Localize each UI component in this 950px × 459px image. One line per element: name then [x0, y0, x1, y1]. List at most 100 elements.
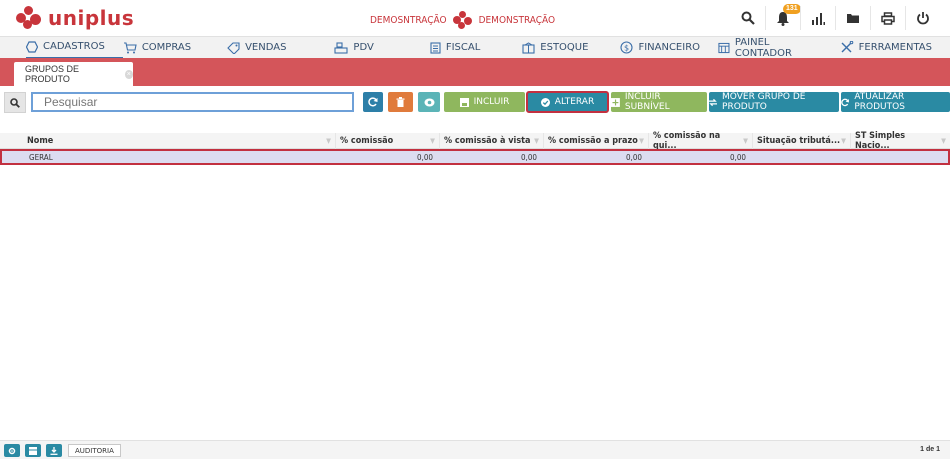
bell-icon[interactable]: 131 [765, 4, 801, 30]
filter-icon[interactable]: ▼ [639, 137, 644, 145]
column-comissao[interactable]: % comissão ▼ [335, 133, 439, 149]
incluir-button[interactable]: INCLUIR [444, 92, 525, 112]
pagination-info: 1 de 1 [920, 446, 940, 453]
filter-icon[interactable]: ▼ [326, 137, 331, 145]
notification-badge: 131 [783, 4, 801, 14]
menu-fiscal[interactable]: FISCAL [392, 37, 498, 59]
menu-financeiro[interactable]: $ FINANCEIRO [606, 37, 718, 59]
column-comissao-prazo[interactable]: % comissão a prazo ▼ [543, 133, 648, 149]
company-name-right: DEMONSTRAÇÃO [478, 14, 556, 26]
folder-icon[interactable] [835, 6, 870, 30]
dollar-icon: $ [620, 41, 633, 54]
logo-text: uniplus [48, 6, 135, 30]
calculator-icon [718, 42, 730, 53]
gear-icon [8, 447, 16, 454]
column-situacao[interactable]: Situação tributá... ▼ [752, 133, 850, 149]
delete-button[interactable] [388, 92, 413, 112]
close-icon[interactable]: × [124, 69, 133, 79]
main-menu: CADASTROS COMPRAS VENDAS PDV FISCAL ESTO… [0, 36, 950, 59]
plus-square-icon [611, 97, 620, 107]
company-name-left: DEMOSNTRAÇÃO [370, 14, 447, 26]
column-comissao-vista-label: % comissão à vista [444, 136, 531, 146]
tab-grupos-de-produto[interactable]: GRUPOS DE PRODUTO × [14, 62, 133, 86]
table-row[interactable]: GERAL 0,00 0,00 0,00 0,00 [0, 149, 950, 165]
refresh-icon [368, 97, 378, 107]
menu-fiscal-label: FISCAL [445, 42, 481, 53]
company-name: DEMOSNTRAÇÃO DEMONSTRAÇÃO [370, 11, 555, 29]
cell-comissao-qui: 0,00 [729, 152, 746, 162]
alterar-button[interactable]: ALTERAR [526, 91, 609, 113]
save-icon [459, 97, 469, 107]
menu-painel-contador[interactable]: PAINEL CONTADOR [718, 37, 840, 59]
bar-chart-icon[interactable] [800, 6, 835, 30]
cell-comissao-prazo: 0,00 [625, 152, 642, 162]
app-logo: uniplus [16, 6, 134, 30]
menu-ferramentas-label: FERRAMENTAS [858, 42, 932, 53]
menu-vendas[interactable]: VENDAS [209, 37, 304, 59]
menu-estoque[interactable]: ESTOQUE [498, 37, 606, 59]
mover-grupo-button[interactable]: MOVER GRUPO DE PRODUTO [709, 92, 839, 112]
column-situacao-label: Situação tributá... [757, 136, 841, 146]
column-st-simples-label: ST Simples Nacio... [855, 131, 906, 151]
print-icon[interactable] [870, 6, 905, 30]
eye-icon [424, 98, 434, 106]
search-icon[interactable] [730, 6, 765, 30]
atualizar-produtos-button[interactable]: ATUALIZAR PRODUTOS [841, 92, 950, 112]
tag-icon [227, 41, 240, 54]
company-logo-icon [452, 11, 473, 29]
search-icon [10, 97, 20, 108]
trash-icon [396, 97, 405, 107]
table-icon [29, 446, 37, 455]
menu-cadastros[interactable]: CADASTROS [26, 37, 123, 59]
menu-pdv-label: PDV [353, 42, 374, 53]
incluir-subnivel-label: INCLUIR SUBNÍVEL [624, 92, 670, 112]
atualizar-produtos-label: ATUALIZAR PRODUTOS [854, 92, 905, 112]
cell-comissao-vista: 0,00 [520, 152, 537, 162]
search-button[interactable] [4, 92, 26, 113]
menu-estoque-label: ESTOQUE [540, 42, 589, 53]
menu-compras-label: COMPRAS [141, 42, 192, 53]
refresh-button[interactable] [363, 92, 383, 112]
view-button[interactable] [418, 92, 440, 112]
menu-compras[interactable]: COMPRAS [123, 37, 209, 59]
column-comissao-label: % comissão [340, 136, 394, 146]
tab-strip [0, 58, 950, 86]
column-comissao-qui-label: % comissão na qui... [653, 131, 721, 151]
column-nome-label: Nome [27, 136, 54, 146]
filter-icon[interactable]: ▼ [534, 137, 539, 145]
filter-icon[interactable]: ▼ [430, 137, 435, 145]
document-icon [430, 41, 441, 54]
box-icon [522, 41, 535, 54]
menu-pdv[interactable]: PDV [304, 37, 391, 59]
auditoria-button[interactable]: AUDITORIA [68, 444, 121, 457]
grid-header: Nome ▼ % comissão ▼ % comissão à vista ▼ % … [0, 131, 950, 151]
column-st-simples[interactable]: ST Simples Nacio... ▼ [850, 131, 950, 151]
cart-icon [123, 41, 137, 53]
column-comissao-vista[interactable]: % comissão à vista ▼ [439, 133, 543, 149]
cell-st-simples [850, 149, 950, 165]
check-circle-icon [540, 97, 550, 107]
filter-icon[interactable]: ▼ [841, 137, 846, 145]
move-icon [709, 98, 718, 106]
settings-button[interactable] [4, 444, 20, 457]
cell-nome: GERAL [29, 152, 53, 162]
alterar-label: ALTERAR [554, 97, 595, 107]
menu-vendas-label: VENDAS [245, 42, 287, 53]
power-icon[interactable] [905, 6, 940, 30]
top-icon-bar: 131 [730, 4, 940, 30]
download-button[interactable] [46, 444, 62, 457]
search-input[interactable] [31, 92, 354, 112]
columns-button[interactable] [25, 444, 41, 457]
refresh-icon [841, 98, 849, 106]
register-icon [334, 41, 348, 54]
menu-ferramentas[interactable]: FERRAMENTAS [840, 37, 950, 59]
column-nome[interactable]: Nome ▼ [23, 133, 335, 149]
filter-icon[interactable]: ▼ [941, 137, 946, 145]
column-comissao-qui[interactable]: % comissão na qui... ▼ [648, 131, 752, 151]
svg-text:$: $ [624, 44, 629, 53]
filter-icon[interactable]: ▼ [743, 137, 748, 145]
cell-situacao [752, 149, 850, 165]
incluir-subnivel-button[interactable]: INCLUIR SUBNÍVEL [611, 92, 707, 112]
menu-painel-contador-label: PAINEL CONTADOR [734, 36, 792, 59]
footer-bar: AUDITORIA 1 de 1 [0, 440, 950, 459]
